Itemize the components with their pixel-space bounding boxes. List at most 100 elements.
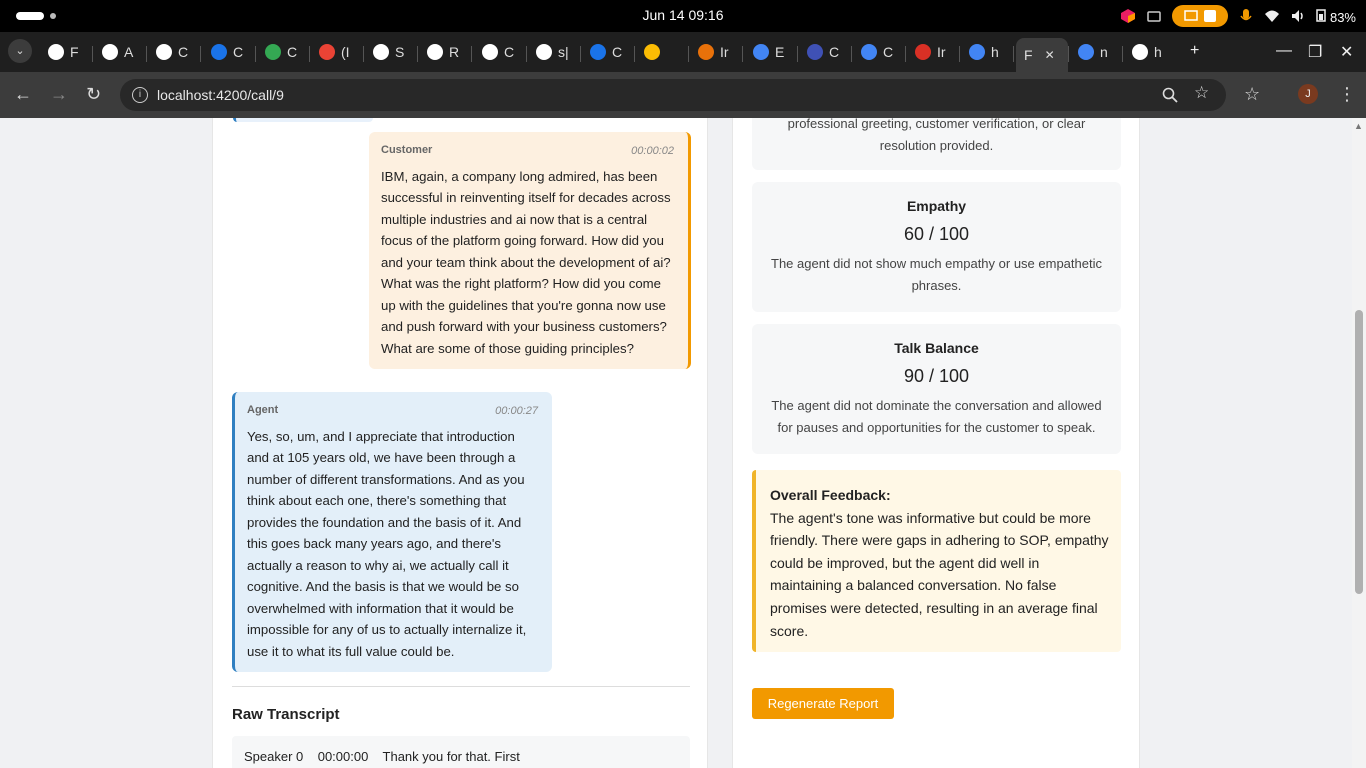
forward-arrow-icon[interactable]: → bbox=[50, 84, 68, 105]
screen-share-indicator[interactable] bbox=[1172, 5, 1229, 27]
regenerate-report-button[interactable]: Regenerate Report bbox=[752, 688, 894, 719]
browser-tab[interactable]: C bbox=[799, 38, 845, 66]
browser-tab[interactable]: A bbox=[94, 38, 140, 66]
back-arrow-icon[interactable]: ← bbox=[14, 84, 32, 105]
message-timestamp: 00:00:27 bbox=[495, 405, 538, 417]
tab-search-button[interactable]: ⌄ bbox=[8, 39, 32, 63]
tab-title: n bbox=[1100, 44, 1108, 60]
browser-tab[interactable]: (I bbox=[311, 38, 357, 66]
page-scrollbar[interactable]: ▲ bbox=[1352, 118, 1366, 768]
browser-tab-strip: ⌄ F A C C C (I S R Cs| C Ir E C C Ir h F ✕ n h + — ❐ ✕ bbox=[0, 32, 1366, 72]
tab-title: C bbox=[612, 44, 623, 60]
score-card-partial: professional greeting, customer verifica… bbox=[752, 118, 1121, 170]
browser-tab[interactable]: R bbox=[419, 38, 465, 66]
tab-favicon-icon bbox=[915, 44, 931, 60]
browser-tab[interactable]: s| bbox=[528, 38, 574, 66]
tab-favicon-icon bbox=[1132, 44, 1148, 60]
speaker-label: Customer bbox=[381, 144, 433, 156]
tab-separator bbox=[742, 46, 743, 62]
browser-tab[interactable]: C bbox=[474, 38, 520, 66]
browser-tab[interactable] bbox=[636, 38, 682, 66]
tab-separator bbox=[905, 46, 906, 62]
close-tab-icon[interactable]: ✕ bbox=[1045, 48, 1055, 62]
score-description: professional greeting, customer verifica… bbox=[787, 118, 1086, 153]
site-info-icon[interactable]: i bbox=[132, 87, 148, 103]
customer-message: Customer 00:00:02 IBM, again, a company … bbox=[369, 132, 691, 369]
close-window-button[interactable]: ✕ bbox=[1340, 42, 1353, 62]
bookmark-star-icon[interactable]: ☆ bbox=[1194, 83, 1209, 103]
address-url[interactable]: localhost:4200/call/9 bbox=[157, 87, 284, 103]
browser-tab[interactable]: C bbox=[257, 38, 303, 66]
tab-favicon-icon bbox=[698, 44, 714, 60]
score-value: 60 / 100 bbox=[903, 224, 970, 244]
tab-favicon-icon bbox=[319, 44, 335, 60]
tab-favicon-icon bbox=[969, 44, 985, 60]
browser-tab[interactable]: E bbox=[745, 38, 791, 66]
tab-favicon-icon bbox=[482, 44, 498, 60]
battery-status[interactable]: 83% bbox=[1316, 8, 1356, 25]
tab-favicon-icon bbox=[102, 44, 118, 60]
reload-icon[interactable]: ↻ bbox=[86, 84, 101, 105]
tab-separator bbox=[580, 46, 581, 62]
overall-feedback-text: The agent's tone was informative but cou… bbox=[770, 509, 1109, 639]
score-description: The agent did not dominate the conversat… bbox=[771, 398, 1102, 435]
section-divider bbox=[232, 686, 690, 687]
minimize-button[interactable]: — bbox=[1276, 42, 1292, 60]
score-value: 90 / 100 bbox=[903, 366, 970, 386]
system-tray[interactable]: 83% bbox=[1120, 5, 1356, 27]
screenshot-icon[interactable] bbox=[1146, 8, 1162, 24]
browser-tab[interactable]: S bbox=[365, 38, 411, 66]
battery-icon bbox=[1316, 8, 1327, 22]
wifi-icon[interactable] bbox=[1264, 8, 1280, 24]
battery-percent: 83% bbox=[1329, 9, 1356, 25]
tab-favicon-icon bbox=[861, 44, 877, 60]
tab-separator bbox=[471, 46, 472, 62]
restore-button[interactable]: ❐ bbox=[1308, 42, 1322, 62]
scroll-up-icon[interactable]: ▲ bbox=[1354, 121, 1363, 131]
browser-tab[interactable]: F bbox=[40, 38, 86, 66]
browser-tab[interactable]: C bbox=[203, 38, 249, 66]
avatar[interactable]: J bbox=[1298, 84, 1318, 104]
tab-favicon-icon bbox=[753, 44, 769, 60]
tab-separator bbox=[959, 46, 960, 62]
raw-transcript-box: Speaker 0 00:00:00 Thank you for that. F… bbox=[232, 736, 690, 768]
tab-separator bbox=[1013, 46, 1014, 62]
app-cube-icon[interactable] bbox=[1120, 8, 1136, 24]
transcript-panel: Customer 00:00:02 IBM, again, a company … bbox=[212, 118, 708, 768]
browser-tab[interactable]: F ✕ bbox=[1016, 38, 1068, 72]
empathy-score-card: Empathy 60 / 100 The agent did not show … bbox=[752, 182, 1121, 312]
browser-tab[interactable]: h bbox=[1124, 38, 1170, 66]
tab-separator bbox=[363, 46, 364, 62]
tab-favicon-icon bbox=[48, 44, 64, 60]
browser-tab[interactable]: C bbox=[582, 38, 628, 66]
browser-tab[interactable]: n bbox=[1070, 38, 1116, 66]
browser-tab[interactable]: h bbox=[961, 38, 1007, 66]
new-tab-button[interactable]: + bbox=[1190, 42, 1199, 60]
tab-favicon-icon bbox=[1078, 44, 1094, 60]
menu-kebab-icon[interactable]: ⋮ bbox=[1338, 84, 1356, 105]
browser-tab[interactable]: C bbox=[148, 38, 194, 66]
volume-icon[interactable] bbox=[1290, 8, 1306, 24]
message-text: Yes, so, um, and I appreciate that intro… bbox=[247, 428, 527, 659]
stop-icon bbox=[1204, 10, 1217, 22]
tab-separator bbox=[255, 46, 256, 62]
scrollbar-thumb[interactable] bbox=[1355, 310, 1363, 594]
browser-tab[interactable]: Ir bbox=[907, 38, 953, 66]
tab-title: E bbox=[775, 44, 785, 60]
address-bar[interactable]: i localhost:4200/call/9 ☆ bbox=[120, 79, 1226, 111]
tab-favicon-icon bbox=[807, 44, 823, 60]
browser-tab[interactable]: C bbox=[853, 38, 899, 66]
tab-title: C bbox=[178, 44, 189, 60]
score-description: The agent did not show much empathy or u… bbox=[771, 256, 1102, 293]
raw-transcript-heading: Raw Transcript bbox=[232, 706, 340, 723]
bookmarks-icon[interactable]: ☆ bbox=[1244, 84, 1260, 105]
tab-separator bbox=[634, 46, 635, 62]
microphone-icon[interactable] bbox=[1238, 8, 1254, 24]
tab-title: C bbox=[287, 44, 298, 60]
browser-tab[interactable]: Ir bbox=[690, 38, 736, 66]
page-content: Customer 00:00:02 IBM, again, a company … bbox=[0, 118, 1366, 768]
tab-favicon-icon bbox=[644, 44, 660, 60]
zoom-icon[interactable] bbox=[1162, 87, 1178, 103]
tab-separator bbox=[417, 46, 418, 62]
overall-feedback: Overall Feedback: The agent's tone was i… bbox=[752, 470, 1121, 652]
